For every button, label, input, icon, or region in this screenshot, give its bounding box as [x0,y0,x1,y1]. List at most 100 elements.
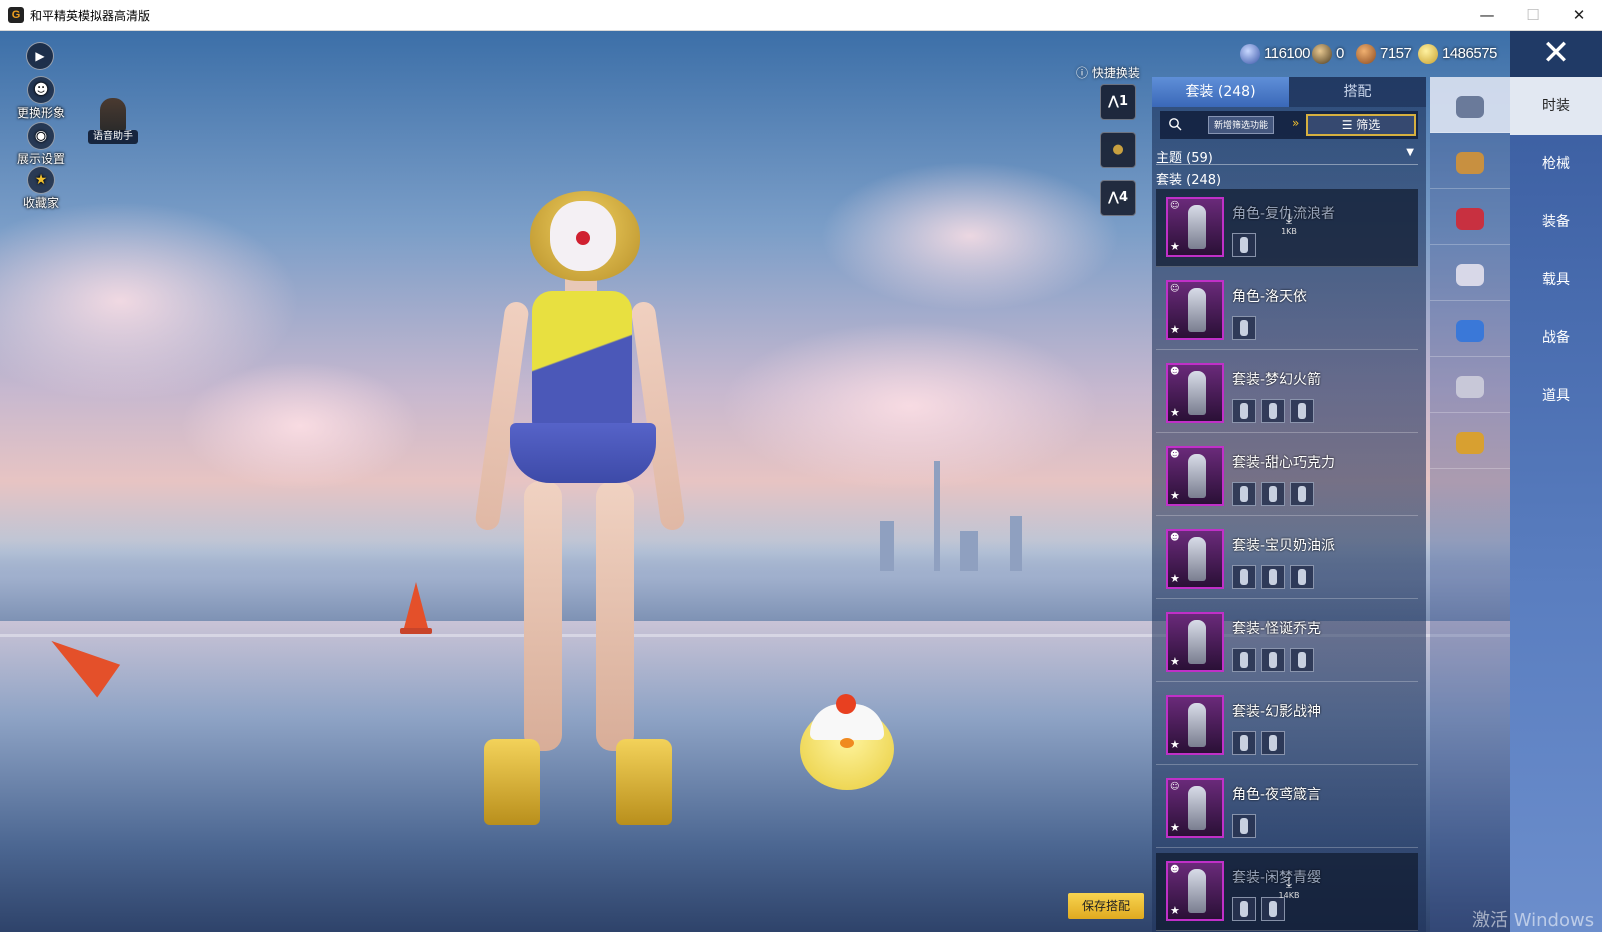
part-figure [1269,652,1277,668]
favorite-star-icon[interactable]: ★ [1170,655,1180,668]
suit-list-item[interactable]: ★ ☺ 角色-复仇流浪者 ⤓ 1KB [1156,189,1418,267]
favorite-star-icon[interactable]: ★ [1170,738,1180,751]
suit-part-icon[interactable] [1232,648,1256,672]
activate-windows-watermark: 激活 Windows [1472,910,1595,931]
avatar-icon: ☻ [27,76,55,104]
suit-part-icon[interactable] [1261,399,1285,423]
favorite-star-icon[interactable]: ★ [1170,489,1180,502]
exit-wardrobe-button[interactable]: ✕ [1510,31,1602,77]
part-figure [1240,237,1248,253]
pants-icon [1456,375,1484,398]
suit-part-icon[interactable] [1290,648,1314,672]
category-icon-tab[interactable] [1430,413,1510,469]
suit-part-icon[interactable] [1290,399,1314,423]
favorite-star-icon[interactable]: ★ [1170,572,1180,585]
category-icon-tab[interactable] [1430,133,1510,189]
suit-figure [1188,454,1206,498]
category-icon-tab[interactable] [1430,357,1510,413]
suit-part-icon[interactable] [1261,897,1285,921]
favorite-star-icon[interactable]: ★ [1170,821,1180,834]
tab-match[interactable]: 搭配 [1289,77,1426,107]
suit-part-icon[interactable] [1232,731,1256,755]
search-bar[interactable]: 新增筛选功能 » ☰ 筛选 [1160,111,1418,139]
suit-list-item[interactable]: ★ ☻ 套装-宝贝奶油派 [1156,521,1418,599]
category-tab[interactable]: 枪械 [1510,135,1602,193]
bronze-coin-icon [1356,44,1376,64]
tab-suits[interactable]: 套装 (248) [1152,77,1289,107]
download-button[interactable]: ⤓ 1KB [1276,211,1302,236]
favorite-star-icon[interactable]: ★ [1170,240,1180,253]
suit-part-icon[interactable] [1232,482,1256,506]
lips-icon [1456,207,1484,230]
suit-list-item[interactable]: ★ 套装-怪诞乔克 [1156,604,1418,682]
minimize-button[interactable]: — [1464,0,1510,31]
display-settings-button[interactable]: ◉ 展示设置 [6,122,76,167]
collector-button[interactable]: ★ 收藏家 [6,166,76,211]
part-figure [1240,652,1248,668]
suit-part-icon[interactable] [1290,565,1314,589]
theme-label: 主题 (59) [1156,151,1213,166]
category-icon-tab[interactable] [1430,189,1510,245]
suit-list-item[interactable]: ★ 套装-幻影战神 [1156,687,1418,765]
change-avatar-button[interactable]: ☻ 更换形象 [6,76,76,121]
category-icon-tab[interactable] [1430,77,1510,133]
part-figure [1240,901,1248,917]
chick-beak [840,738,854,748]
suit-part-icon[interactable] [1232,814,1256,838]
favorite-star-icon[interactable]: ★ [1170,323,1180,336]
suit-part-icon[interactable] [1232,399,1256,423]
suit-part-icon[interactable] [1261,648,1285,672]
suit-thumbnail: ★ ☻ [1166,861,1224,921]
category-tab[interactable]: 战备 [1510,309,1602,367]
quick-slot-4[interactable]: ⋀4 [1100,180,1136,216]
player-character[interactable] [450,191,710,841]
currency-value: 1486575 [1442,44,1497,62]
category-icon-tab[interactable] [1430,301,1510,357]
chick-pet[interactable] [800,694,894,794]
category-tab[interactable]: 道具 [1510,367,1602,425]
suit-part-icon[interactable] [1261,482,1285,506]
suit-part-icon[interactable] [1261,565,1285,589]
suit-figure [1188,288,1206,332]
suit-part-icon[interactable] [1232,565,1256,589]
download-button[interactable]: ⤓ 14KB [1276,875,1302,900]
theme-dropdown[interactable]: 主题 (59) ▼ [1156,147,1418,166]
suit-part-icon[interactable] [1261,731,1285,755]
category-tab[interactable]: 装备 [1510,193,1602,251]
suit-part-icon[interactable] [1232,897,1256,921]
filter-button[interactable]: ☰ 筛选 [1306,114,1416,136]
category-tab[interactable]: 时装 [1510,77,1602,135]
suit-thumbnail: ★ ☻ [1166,363,1224,423]
quick-slot-1[interactable]: ⋀1 [1100,84,1136,120]
currency-value: 7157 [1380,44,1412,62]
lock-icon: ● [1112,142,1124,157]
suit-list-item[interactable]: ★ ☻ 套装-闲梦青缨 ⤓ 14KB [1156,853,1418,931]
outfit-panel: 套装 (248) 搭配 新增筛选功能 » ☰ 筛选 主题 (59) ▼ 套装 (… [1152,77,1426,932]
character-arm [474,300,530,532]
quick-slot-locked[interactable]: ● [1100,132,1136,168]
suit-list-item[interactable]: ★ ☻ 套装-梦幻火箭 [1156,355,1418,433]
maximize-button[interactable]: ☐ [1510,0,1556,31]
favorite-star-icon[interactable]: ★ [1170,904,1180,917]
part-figure [1240,569,1248,585]
currency-value: 0 [1336,44,1344,62]
character-top [532,291,632,431]
close-window-button[interactable]: ✕ [1556,0,1602,31]
suit-list-item[interactable]: ★ ☺ 角色-夜鸢箴言 [1156,770,1418,848]
suit-part-icon[interactable] [1290,482,1314,506]
suit-part-icon[interactable] [1232,233,1256,257]
suit-list-item[interactable]: ★ ☻ 套装-甜心巧克力 [1156,438,1418,516]
expand-play-button[interactable]: ▶ [26,42,54,70]
quick-change-label[interactable]: ⓘ 快捷换装 [1076,64,1140,81]
category-icon-tab[interactable] [1430,245,1510,301]
favorite-star-icon[interactable]: ★ [1170,406,1180,419]
category-tab[interactable]: 载具 [1510,251,1602,309]
save-outfit-button[interactable]: 保存搭配 [1068,893,1144,919]
suit-part-icon[interactable] [1232,316,1256,340]
voice-assistant-button[interactable]: 语音助手 [88,98,138,144]
suit-name: 套装-梦幻火箭 [1232,372,1322,388]
suit-figure [1188,537,1206,581]
part-figure [1269,735,1277,751]
role-badge-icon: ☺ [1170,782,1180,792]
suit-list-item[interactable]: ★ ☺ 角色-洛天依 [1156,272,1418,350]
